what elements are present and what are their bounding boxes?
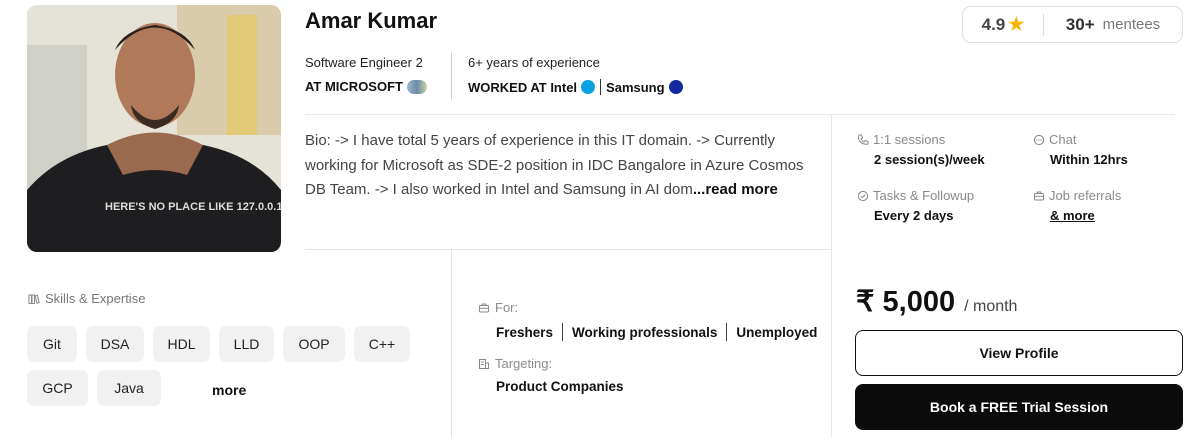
mentor-role: Software Engineer 2 — [305, 55, 423, 70]
experience: 6+ years of experience — [468, 55, 600, 70]
read-more-link[interactable]: ...read more — [693, 181, 778, 198]
skills-title-label: Skills & Expertise — [45, 291, 146, 306]
samsung-logo-icon — [668, 80, 683, 94]
mentor-company: AT MICROSOFT — [305, 79, 427, 94]
feature-sessions: 1:1 sessions 2 session(s)/week — [857, 131, 985, 169]
skills-title: Skills & Expertise — [28, 291, 145, 306]
for-block: For: Freshers Working professionals Unem… — [478, 299, 817, 341]
books-icon — [28, 294, 40, 304]
chat-label: Chat — [1049, 132, 1077, 147]
intel-logo-icon — [581, 80, 596, 94]
price-amount: ₹ 5,000 — [856, 286, 956, 318]
photo-shirt-text: HERE'S NO PLACE LIKE 127.0.0.1 — [105, 201, 281, 213]
referrals-more-link[interactable]: & more — [1050, 207, 1121, 225]
header-divider — [451, 53, 452, 99]
rating: 4.9 ★ — [963, 14, 1043, 35]
chat-icon — [1033, 134, 1045, 146]
price: ₹ 5,000 / month — [856, 284, 1017, 319]
skill-chip: OOP — [283, 326, 345, 362]
for-label: For: — [495, 300, 519, 315]
sessions-label: 1:1 sessions — [873, 132, 946, 147]
price-unit: / month — [964, 298, 1018, 315]
skill-chip: LLD — [219, 326, 274, 362]
bio: Bio: -> I have total 5 years of experien… — [305, 129, 815, 203]
for-item: Unemployed — [736, 324, 818, 340]
for-separator — [726, 323, 728, 341]
targeting-label: Targeting: — [495, 356, 553, 371]
skill-chip: DSA — [86, 326, 144, 362]
for-item: Freshers — [496, 324, 554, 340]
mentees-label: mentees — [1102, 16, 1161, 33]
feature-tasks: Tasks & Followup Every 2 days — [857, 187, 974, 225]
book-trial-button[interactable]: Book a FREE Trial Session — [855, 384, 1183, 430]
skill-chip: Git — [27, 326, 77, 362]
worked-separator — [600, 79, 602, 95]
briefcase-icon — [1034, 191, 1044, 201]
targeting-block: Targeting: Product Companies — [478, 355, 624, 394]
tasks-value: Every 2 days — [874, 208, 954, 223]
sessions-value: 2 session(s)/week — [874, 152, 985, 167]
worked-at: WORKED AT Intel Samsung — [468, 79, 683, 95]
briefcase-icon — [479, 303, 489, 313]
mentor-photo: HERE'S NO PLACE LIKE 127.0.0.1 — [27, 5, 281, 252]
divider-middle — [305, 249, 832, 250]
skill-chip: GCP — [27, 370, 88, 406]
company-label: AT MICROSOFT — [305, 79, 403, 94]
for-list: Freshers Working professionals Unemploye… — [496, 323, 817, 341]
rating-value: 4.9 — [981, 14, 1006, 34]
divider-top — [305, 114, 1175, 115]
star-icon: ★ — [1008, 14, 1025, 34]
mentees: 30+ mentees — [1044, 15, 1182, 35]
tasks-label: Tasks & Followup — [873, 188, 975, 203]
for-item: Working professionals — [572, 324, 718, 340]
skill-chip: C++ — [354, 326, 410, 362]
mentor-name: Amar Kumar — [305, 8, 438, 33]
mentees-count: 30+ — [1065, 14, 1095, 34]
worked-at-intel: WORKED AT Intel — [468, 79, 578, 95]
skill-chip: Java — [97, 370, 161, 406]
skills-more-link[interactable]: more — [212, 380, 246, 400]
building-icon — [479, 359, 489, 369]
view-profile-button[interactable]: View Profile — [855, 330, 1183, 376]
divider-right — [831, 115, 832, 437]
targeting-value: Product Companies — [496, 379, 624, 394]
for-separator — [562, 323, 564, 341]
feature-chat: Chat Within 12hrs — [1033, 131, 1128, 169]
chat-value: Within 12hrs — [1050, 152, 1128, 167]
divider-center — [451, 250, 452, 437]
phone-icon — [858, 134, 869, 145]
feature-referrals: Job referrals & more — [1033, 187, 1121, 225]
referrals-label: Job referrals — [1049, 188, 1122, 203]
skill-chip: HDL — [153, 326, 210, 362]
check-circle-icon — [857, 190, 869, 202]
microsoft-logo-icon — [406, 79, 427, 94]
rating-box: 4.9 ★ 30+ mentees — [962, 6, 1183, 43]
worked-at-samsung: Samsung — [606, 79, 665, 95]
